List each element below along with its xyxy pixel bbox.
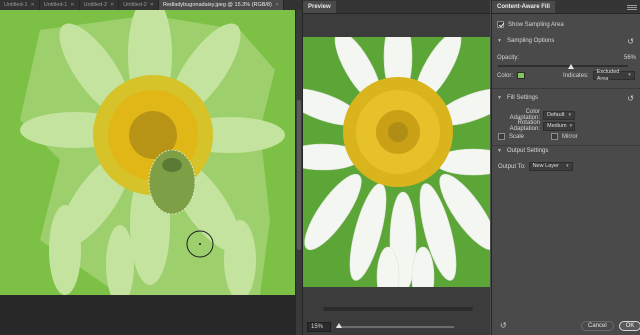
document-tab-label: Untitled-2 [83,2,108,8]
rotation-adaptation-row: Rotation Adaptation: Medium ▾ [497,120,640,132]
output-settings-title: Output Settings [507,148,549,154]
chevron-down-icon[interactable]: ▼ [497,38,503,44]
chevron-down-icon: ▾ [566,163,569,169]
document-canvas-area[interactable] [0,10,296,335]
divider [492,88,640,89]
dialog-buttons: Cancel OK [581,321,640,331]
canvas-image [0,10,295,295]
zoom-slider[interactable] [336,322,454,328]
tab-content-aware-fill[interactable]: Content-Aware Fill [492,1,555,13]
preview-panel-header: Preview [303,0,490,14]
close-icon[interactable]: ✕ [275,0,279,10]
reset-fill-settings-icon[interactable]: ↺ [627,95,634,103]
document-canvas[interactable] [0,10,295,295]
ok-button[interactable]: OK [618,321,640,331]
show-sampling-area-checkbox[interactable] [497,21,504,28]
fill-settings-header[interactable]: ▼ Fill Settings [497,95,640,101]
document-tab-bar: Untitled-1 ✕ Untitled-1 ✕ Untitled-2 ✕ Unti… [0,0,302,10]
sampling-options-title: Sampling Options [507,38,555,44]
output-to-value: New Layer [532,163,559,169]
document-tab-active[interactable]: Redladybugonadaisy.jpeg @ 15.3% (RGB/8) ✕ [159,0,285,10]
mirror-checkbox[interactable] [551,133,558,140]
indicates-label: Indicates: [563,72,589,79]
output-to-row: Output To: New Layer ▾ [498,162,640,171]
color-adaptation-select[interactable]: Default ▾ [543,110,575,120]
reset-all-icon[interactable]: ↺ [500,322,507,330]
rotation-adaptation-label: Rotation Adaptation: [509,120,540,132]
scale-label: Scale [509,133,525,140]
content-aware-fill-header: Content-Aware Fill [492,0,640,14]
color-row: Color: Indicates: Excluded Area ▾ [497,68,640,82]
close-icon[interactable]: ✕ [31,0,35,10]
chevron-down-icon: ▾ [569,122,573,129]
chevron-down-icon[interactable]: ▼ [497,95,503,101]
color-adaptation-value: Default [547,111,565,118]
show-sampling-area-label: Show Sampling Area [508,21,564,28]
fill-settings-title: Fill Settings [507,95,539,101]
scale-checkbox[interactable] [498,133,505,140]
reset-sampling-icon[interactable]: ↺ [627,38,634,46]
preview-image[interactable] [303,37,490,287]
scrollbar-thumb[interactable] [297,100,301,250]
show-sampling-area-row[interactable]: Show Sampling Area [497,21,640,28]
rotation-adaptation-select[interactable]: Medium ▾ [543,121,575,131]
panel-menu-icon[interactable] [627,2,637,12]
opacity-slider-knob[interactable] [567,64,574,69]
document-tab-label: Untitled-1 [4,2,28,8]
scale-mirror-row: Scale Mirror [498,133,640,140]
document-tab-label: Untitled-1 [43,2,68,8]
chevron-down-icon[interactable]: ▼ [497,148,503,154]
document-tab-label: Untitled-2 [123,2,147,8]
document-tab-untitled-2[interactable]: Untitled-2 ✕ [80,0,120,10]
output-settings-header[interactable]: ▼ Output Settings [497,148,640,154]
preview-panel: Preview 15% [302,0,490,335]
tab-preview[interactable]: Preview [303,1,336,13]
document-tab-untitled-1[interactable]: Untitled-1 ✕ [0,0,40,10]
document-tab-untitled-1b[interactable]: Untitled-1 ✕ [40,0,80,10]
indicates-value: Excluded Area [596,68,620,82]
color-swatch[interactable] [517,72,526,79]
rotation-adaptation-value: Medium [547,122,567,129]
zoom-input[interactable]: 15% [307,321,331,332]
opacity-slider[interactable] [498,65,628,67]
divider [492,145,640,146]
document-tab-untitled-2b[interactable]: Untitled-2 ✕ [119,0,159,10]
chevron-down-icon: ▾ [628,72,631,78]
opacity-row: Opacity: 56% [497,55,636,61]
color-label: Color: [497,72,514,79]
close-icon[interactable]: ✕ [110,0,114,10]
sampling-options-header[interactable]: ▼ Sampling Options [497,38,640,44]
cancel-button[interactable]: Cancel [581,321,614,331]
content-aware-fill-panel: Content-Aware Fill Show Sampling Area ▼ … [491,0,640,335]
close-icon[interactable]: ✕ [150,0,154,10]
opacity-label: Opacity: [497,55,520,61]
opacity-value[interactable]: 56% [624,55,636,61]
preview-horizontal-scrollbar[interactable] [323,307,473,311]
zoom-slider-knob[interactable] [336,322,342,328]
output-to-label: Output To: [498,163,526,170]
mirror-label: Mirror [562,133,578,140]
close-icon[interactable]: ✕ [70,0,74,10]
document-tab-label: Redladybugonadaisy.jpeg @ 15.3% (RGB/8) [163,2,272,8]
preview-daisy-image [303,37,490,287]
preview-zoom-bar: 15% [303,318,491,335]
indicates-select[interactable]: Excluded Area ▾ [592,68,635,82]
output-to-select[interactable]: New Layer ▾ [528,162,573,171]
chevron-down-icon: ▾ [568,111,571,118]
